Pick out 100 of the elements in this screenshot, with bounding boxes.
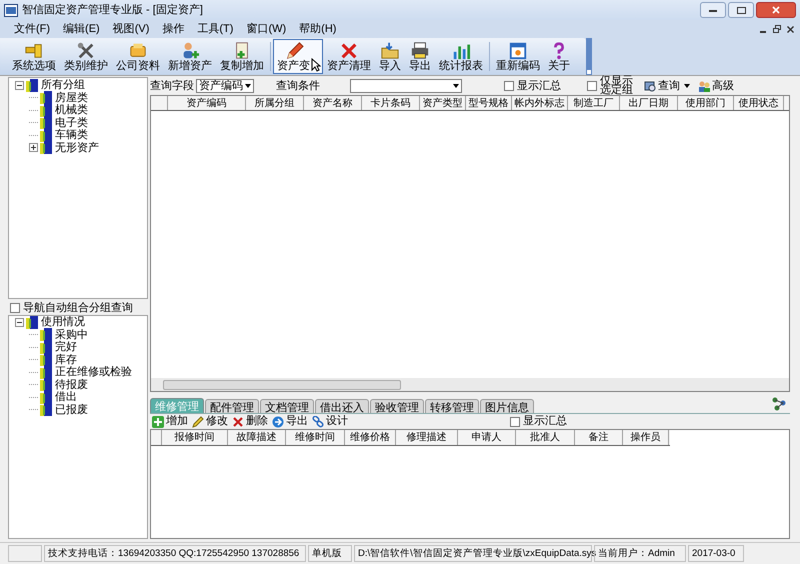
menu-item[interactable]: 操作 [156,20,190,38]
column-header[interactable]: 卡片条码 [362,96,420,110]
restore-icon[interactable] [773,25,781,33]
tree-item[interactable]: 待报废 [54,378,89,391]
column-header[interactable]: 出厂日期 [620,96,678,110]
tree-item[interactable]: 使用情况 [40,316,86,328]
book-icon [40,403,52,416]
field-dropdown[interactable]: 资产编码 [196,79,254,93]
checkbox[interactable] [10,303,20,313]
window-title: 智信固定资产管理专业版 - [固定资产] [22,2,203,18]
checkbox[interactable] [510,416,520,426]
column-header[interactable]: 操作员 [623,430,669,445]
toolbar-button[interactable]: 删除 [232,413,268,430]
dropdown-arrow-icon [243,83,253,89]
toolbar-button[interactable]: 新增资产 [164,39,216,74]
book-icon [40,141,52,154]
expander-icon[interactable] [15,318,24,327]
toolbar-button[interactable]: 修改 [192,413,228,430]
field-label: 查询条件 [276,78,320,94]
tab[interactable]: 转移管理 [425,399,479,413]
toolbar-button[interactable]: 类别维护 [60,39,112,74]
overflow-icon[interactable] [586,69,592,75]
tree-item[interactable]: 完好 [54,341,78,354]
checkbox-label[interactable]: 显示汇总 [517,78,561,94]
people-icon [698,80,710,92]
condition-dropdown[interactable] [350,79,462,93]
checkbox[interactable] [504,81,514,91]
column-header[interactable]: 制造工厂 [568,96,620,110]
tree-item[interactable]: 电子类 [54,116,89,129]
tab[interactable]: 配件管理 [205,399,259,413]
printer-icon [409,41,431,60]
close-button[interactable] [756,2,796,18]
column-header[interactable]: 型号规格 [466,96,512,110]
tree-item[interactable]: 车辆类 [54,129,89,142]
horizontal-scrollbar[interactable] [151,378,789,391]
column-header[interactable]: 资产编码 [168,96,246,110]
tree-item[interactable]: 借出 [54,391,78,404]
column-header[interactable]: 所属分组 [246,96,304,110]
checkbox-label[interactable]: 导航自动组合分组查询 [23,300,133,316]
tab[interactable]: 验收管理 [370,399,424,413]
column-header[interactable]: 使用部门 [678,96,734,110]
column-header[interactable]: 批准人 [516,430,575,445]
expander-icon[interactable] [15,80,24,90]
column-header[interactable]: 报修时间 [162,430,228,445]
maximize-icon [736,6,746,14]
menu-item[interactable]: 帮助(H) [293,20,342,38]
column-header[interactable]: 资产类型 [420,96,466,110]
field-label: 查询字段 [150,78,194,94]
column-header[interactable]: 帐内外标志 [512,96,568,110]
toolbar-button[interactable]: 导出 [405,39,435,74]
search-button[interactable]: 查询 [644,78,692,94]
toolbar-button[interactable]: 关于 [544,39,574,74]
column-header[interactable]: 使用状态 [734,96,784,110]
toolbar-button[interactable]: 重新编码 [492,39,544,74]
link-icon [312,416,324,428]
toolbar-button[interactable]: 公司资料 [112,39,164,74]
tree-item[interactable]: 无形资产 [54,142,100,154]
menu-item[interactable]: 窗口(W) [240,20,292,38]
tree-item[interactable]: 正在维修或检验 [54,366,133,378]
toolbar-button[interactable]: 复制增加 [216,39,268,74]
dropdown-arrow-icon [682,83,692,89]
checkbox-label[interactable]: 显示汇总 [523,413,567,430]
tree-item[interactable]: 已报废 [54,404,89,416]
menu-item[interactable]: 编辑(E) [57,20,106,38]
network-icon[interactable] [772,397,786,411]
book-icon [26,316,38,329]
toolbar-button[interactable]: 统计报表 [435,39,487,74]
tab[interactable]: 文档管理 [260,399,314,413]
book-icon [40,390,52,404]
column-header[interactable]: 维修价格 [345,430,396,445]
column-header[interactable]: 故障描述 [228,430,286,445]
expander-icon[interactable] [29,143,38,152]
advanced-button[interactable]: 高级 [698,78,734,94]
menu-item[interactable]: 工具(T) [191,20,240,38]
close-icon[interactable] [787,26,794,32]
maximize-button[interactable] [728,2,754,18]
checkbox[interactable] [587,81,597,91]
toolbar-button[interactable]: 资产清理 [323,39,375,74]
tree-item[interactable]: 房屋类 [54,92,89,104]
column-header[interactable]: 备注 [575,430,623,445]
tree-item[interactable]: 所有分组 [40,79,86,92]
column-header[interactable]: 资产名称 [304,96,362,110]
toolbar-button[interactable]: 设计 [312,413,348,430]
minimize-button[interactable] [700,2,726,18]
tab[interactable]: 借出还入 [315,399,369,413]
book-icon [40,91,52,104]
tree-item[interactable]: 库存 [54,354,78,366]
tree-item[interactable]: 采购中 [54,328,89,341]
column-header[interactable]: 修理描述 [396,430,458,445]
toolbar-button[interactable]: 资产变 [273,39,323,74]
delete-icon [232,416,244,428]
menu-item[interactable]: 视图(V) [106,20,156,38]
column-header[interactable]: 申请人 [458,430,516,445]
column-header[interactable]: 维修时间 [286,430,345,445]
menu-item[interactable]: 文件(F) [8,20,56,38]
toolbar-button[interactable]: 系统选项 [8,39,60,74]
toolbar-button[interactable]: 导入 [375,39,405,74]
tab[interactable]: 图片信息 [480,399,534,413]
tree-item[interactable]: 机械类 [54,104,89,116]
checkbox-label[interactable]: 仅显示选定组 [600,77,636,95]
